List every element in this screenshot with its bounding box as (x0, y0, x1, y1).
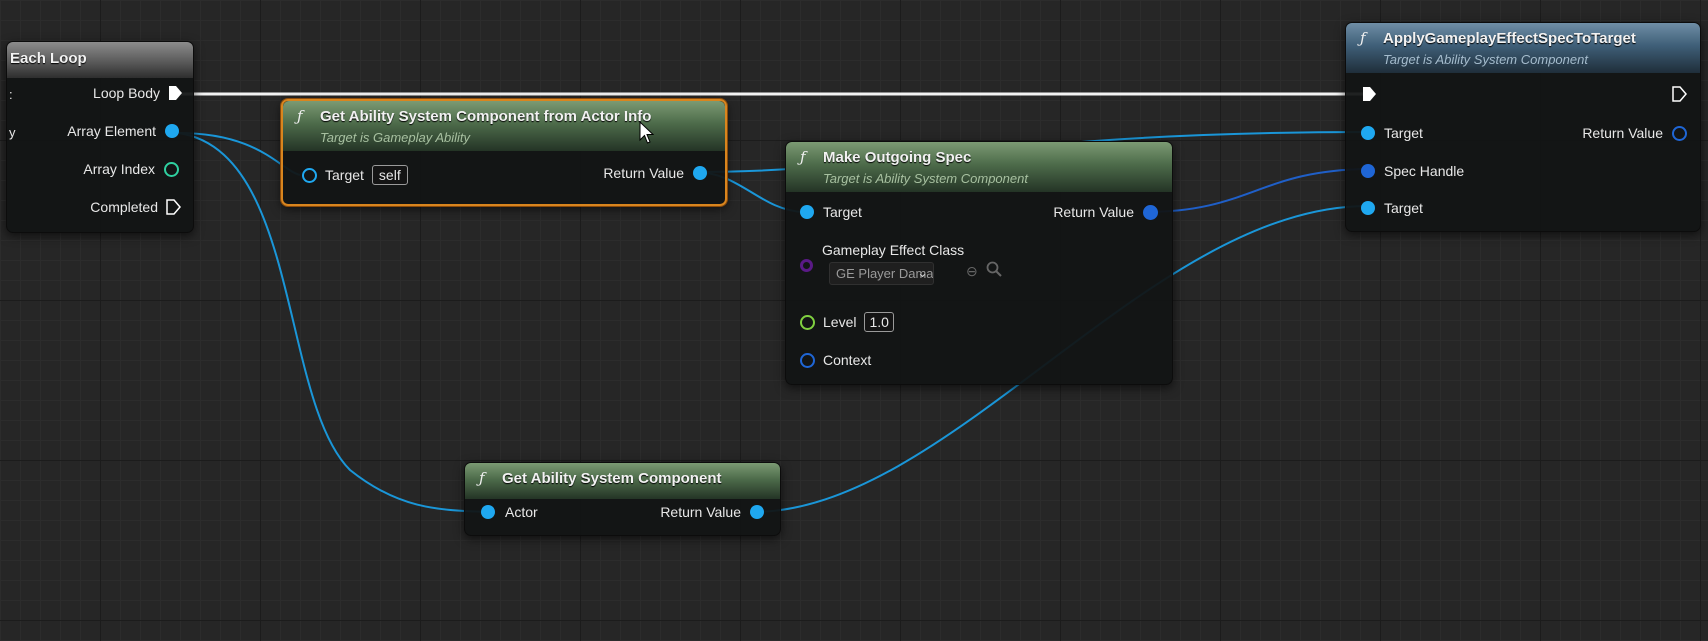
object-pin-icon[interactable] (1361, 201, 1375, 215)
node-title: Get Ability System Component from Actor … (320, 108, 652, 125)
pin-actor[interactable]: Actor (481, 504, 538, 520)
pin-label: Return Value (603, 165, 684, 181)
pin-label: Loop Body (93, 85, 160, 101)
exec-out-pin-icon[interactable] (1671, 86, 1687, 102)
pin-label: Array Element (67, 123, 156, 139)
pin-label: Target (325, 167, 364, 183)
pin-label: Level (823, 314, 857, 330)
pin-context[interactable]: Context (800, 352, 871, 368)
get-asc-from-actor-info-node[interactable]: ƒ Get Ability System Component from Acto… (281, 99, 727, 206)
float-pin-icon[interactable] (800, 314, 815, 330)
node-header: ƒ Get Ability System Component from Acto… (283, 101, 725, 151)
node-subtitle: Target is Gameplay Ability (320, 130, 471, 145)
get-ability-system-component-node[interactable]: ƒ Get Ability System Component Actor Ret… (464, 462, 781, 536)
pin-target[interactable]: Target self (302, 165, 408, 185)
object-pin-icon[interactable] (800, 205, 814, 219)
pin-return-value[interactable]: Return Value (1582, 125, 1687, 141)
pin-return-value[interactable]: Return Value (1053, 204, 1158, 220)
pin-label: Array Index (83, 161, 155, 177)
pin-array-element[interactable]: Array Element (67, 123, 179, 139)
pin-label: Target (1384, 125, 1423, 141)
left-edge-glyph: : (9, 87, 13, 102)
wire-spec-return-to-spec-handle (1144, 168, 1369, 213)
node-header: Each Loop (7, 42, 193, 78)
make-outgoing-spec-node[interactable]: ƒ Make Outgoing Spec Target is Ability S… (785, 141, 1173, 385)
mouse-cursor-icon (639, 121, 655, 144)
node-header: ƒ Make Outgoing Spec Target is Ability S… (786, 142, 1172, 192)
pin-completed[interactable]: Completed (90, 199, 181, 215)
function-icon: ƒ (479, 469, 485, 487)
pin-level[interactable]: Level 1.0 (800, 312, 894, 332)
pin-spec-handle[interactable]: Spec Handle (1361, 163, 1464, 179)
function-icon: ƒ (1360, 29, 1366, 47)
struct-pin-icon[interactable] (1361, 164, 1375, 178)
pin-label: Spec Handle (1384, 163, 1465, 179)
exec-in-pin-icon[interactable] (1361, 86, 1377, 102)
pin-loop-body[interactable]: Loop Body (93, 85, 183, 101)
object-pin-icon[interactable] (165, 124, 179, 138)
function-icon: ƒ (800, 148, 806, 166)
node-header: ƒ Get Ability System Component (465, 463, 780, 499)
gameplay-effect-class-dropdown[interactable]: GE Player Dama ⌄ (829, 262, 934, 285)
struct-pin-icon[interactable] (800, 352, 815, 368)
pin-target[interactable]: Target (800, 204, 862, 220)
arrow-left-circle-icon[interactable]: ⊖ (966, 263, 978, 280)
pin-label: Return Value (1053, 204, 1134, 220)
target-self-field[interactable]: self (371, 165, 408, 185)
object-pin-icon[interactable] (693, 166, 707, 180)
node-subtitle: Target is Ability System Component (1383, 52, 1588, 67)
node-title: Get Ability System Component (502, 470, 722, 487)
exec-pin-icon[interactable] (167, 85, 183, 101)
class-pin-icon[interactable] (800, 259, 813, 272)
struct-pin-icon[interactable] (1143, 204, 1158, 220)
pin-label: Target (1384, 200, 1423, 216)
chevron-down-icon: ⌄ (917, 265, 928, 280)
object-pin-icon[interactable] (302, 167, 317, 183)
pin-label: Return Value (1582, 125, 1663, 141)
pin-target-2[interactable]: Target (1361, 200, 1423, 216)
pin-array-index[interactable]: Array Index (83, 161, 179, 177)
left-edge-glyph: y (9, 125, 16, 140)
pin-label: Target (823, 204, 862, 220)
node-header: ƒ ApplyGameplayEffectSpecToTarget Target… (1346, 23, 1700, 73)
pin-label: Context (823, 352, 872, 368)
node-title: ApplyGameplayEffectSpecToTarget (1383, 30, 1636, 47)
level-field[interactable]: 1.0 (864, 312, 894, 332)
pin-label: Return Value (660, 504, 741, 520)
node-title: Make Outgoing Spec (823, 149, 972, 166)
apply-gameplay-effect-spec-node[interactable]: ƒ ApplyGameplayEffectSpecToTarget Target… (1345, 22, 1701, 232)
function-icon: ƒ (297, 107, 303, 125)
object-pin-icon[interactable] (481, 505, 495, 519)
struct-pin-icon[interactable] (1672, 125, 1687, 141)
object-pin-icon[interactable] (750, 505, 764, 519)
pin-label: Gameplay Effect Class (822, 242, 965, 258)
pin-gameplay-effect-class[interactable]: Gameplay Effect Class (800, 242, 964, 258)
for-each-loop-node[interactable]: Each Loop : y Loop Body Array Element Ar… (6, 41, 194, 233)
pin-label: Actor (505, 504, 538, 520)
pin-label: Completed (90, 199, 158, 215)
node-title: Each Loop (10, 50, 87, 67)
pin-return-value[interactable]: Return Value (660, 504, 764, 520)
pin-target[interactable]: Target (1361, 125, 1423, 141)
search-icon[interactable] (986, 261, 1002, 280)
object-pin-icon[interactable] (1361, 126, 1375, 140)
exec-pin-icon[interactable] (165, 199, 181, 215)
int-pin-icon[interactable] (164, 161, 179, 177)
pin-return-value[interactable]: Return Value (603, 165, 707, 181)
node-subtitle: Target is Ability System Component (823, 171, 1028, 186)
